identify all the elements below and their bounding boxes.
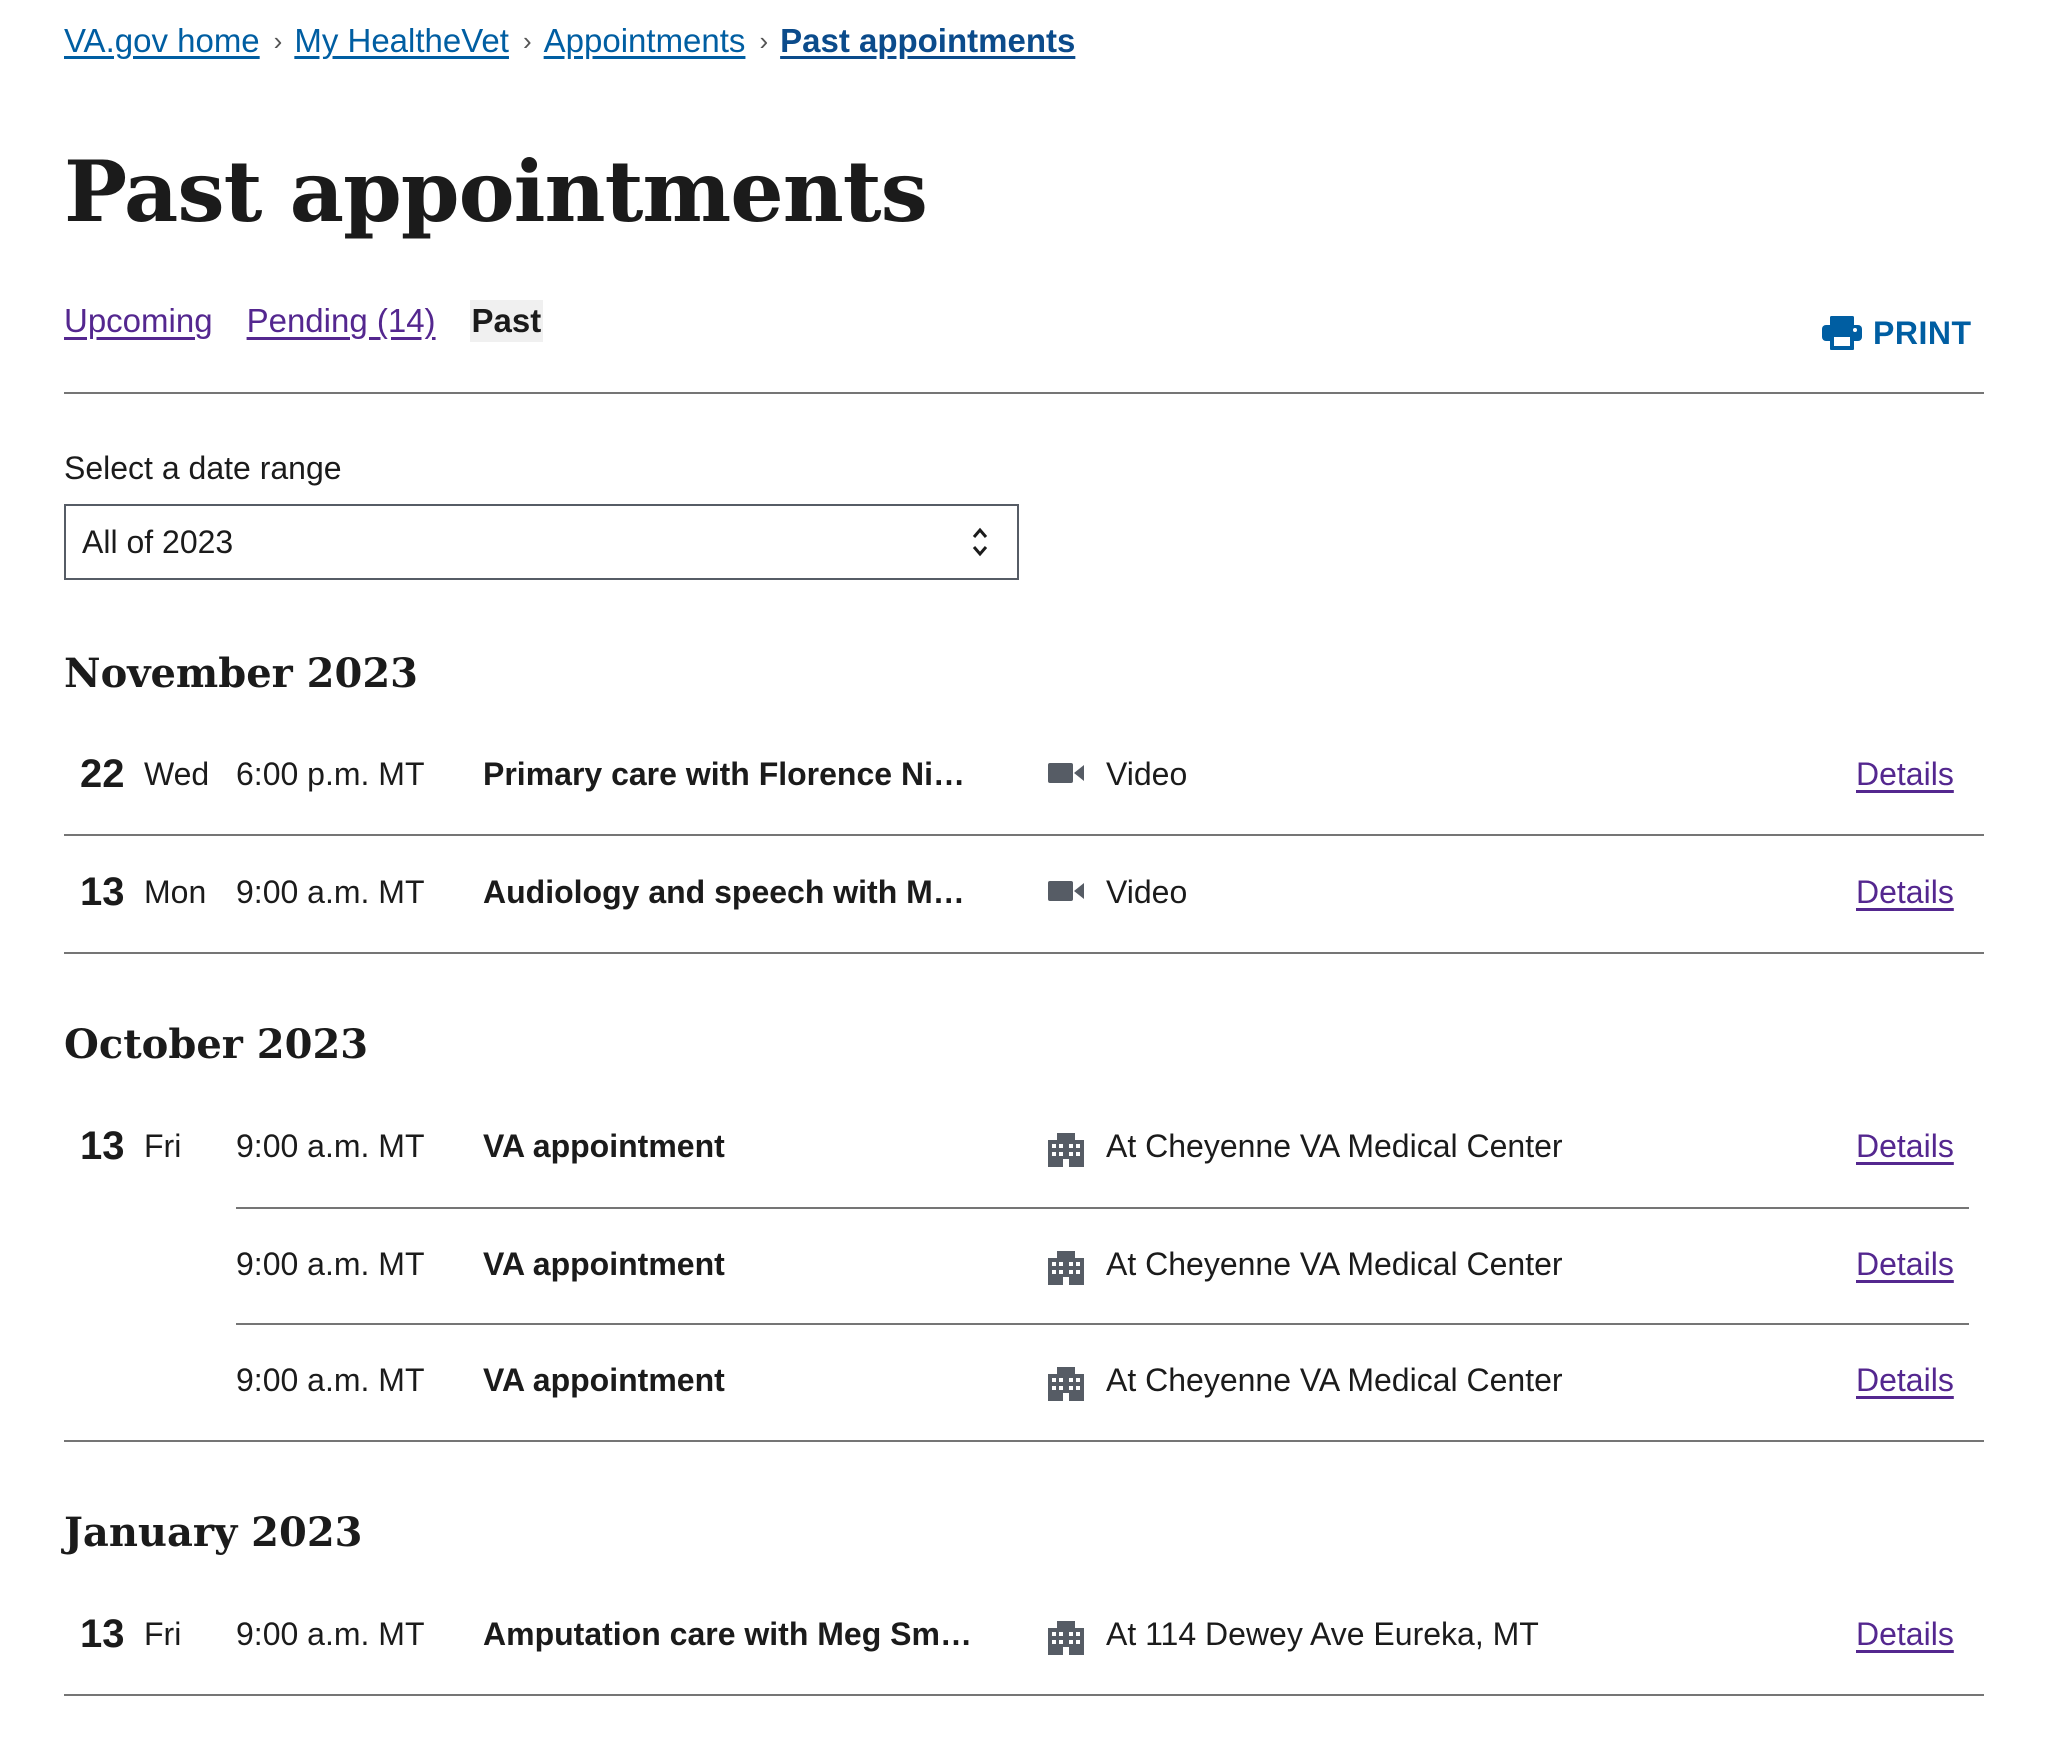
tab-pending[interactable]: Pending (14) [247,302,436,340]
appointment-tabs: Upcoming Pending (14) Past [64,300,544,342]
appointment-location: At Cheyenne VA Medical Center [1106,1362,1563,1398]
details-link[interactable]: Details [1856,1616,1954,1653]
select-arrows-icon [972,527,988,557]
breadcrumb-appointments[interactable]: Appointments [544,22,746,60]
tab-upcoming[interactable]: Upcoming [64,302,213,340]
building-icon [1048,1621,1084,1655]
appointment-weekday: Fri [144,1616,182,1652]
details-link[interactable]: Details [1856,756,1954,793]
print-button[interactable]: PRINT [1821,314,1972,352]
chevron-right-icon: › [522,25,532,56]
appointment-weekday: Mon [144,874,207,910]
appointment-time: 9:00 a.m. MT [236,1616,425,1652]
divider [64,1440,1984,1442]
appointment-day: 22 [80,752,125,796]
appointment-title: VA appointment [483,1362,725,1398]
building-icon [1048,1367,1084,1401]
video-camera-icon [1048,763,1084,783]
divider [64,834,1984,836]
date-range-value: All of 2023 [82,523,234,560]
appointment-title: Amputation care with Meg Smith [483,1616,973,1652]
breadcrumb-current[interactable]: Past appointments [780,22,1075,60]
page-title: Past appointments [64,142,928,241]
divider [64,392,1984,394]
building-icon [1048,1251,1084,1285]
appointment-time: 6:00 p.m. MT [236,756,425,792]
month-heading: January 2023 [64,1509,363,1556]
details-link[interactable]: Details [1856,1246,1954,1283]
video-camera-icon [1048,881,1084,901]
divider [236,1207,1969,1209]
date-range-label: Select a date range [64,450,342,486]
details-link[interactable]: Details [1856,1362,1954,1399]
chevron-right-icon: › [273,25,283,56]
month-heading: October 2023 [64,1021,369,1068]
month-heading: November 2023 [64,650,419,697]
appointment-time: 9:00 a.m. MT [236,1246,425,1282]
appointment-title: Audiology and speech with Meg... [483,874,973,910]
appointment-day: 13 [80,1124,125,1168]
divider [64,1694,1984,1696]
printer-icon [1822,316,1862,350]
appointment-location: At Cheyenne VA Medical Center [1106,1246,1563,1282]
divider [236,1323,1969,1325]
breadcrumb-va-home[interactable]: VA.gov home [64,22,260,60]
building-icon [1048,1133,1084,1167]
breadcrumb: VA.gov home › My HealtheVet › Appointmen… [64,22,1075,60]
appointment-time: 9:00 a.m. MT [236,874,425,910]
appointment-time: 9:00 a.m. MT [236,1128,425,1164]
appointment-weekday: Fri [144,1128,182,1164]
chevron-right-icon: › [759,25,769,56]
appointment-time: 9:00 a.m. MT [236,1362,425,1398]
appointment-location: Video [1106,874,1188,910]
appointment-day: 13 [80,1612,125,1656]
tab-past[interactable]: Past [469,300,544,342]
appointment-location: At Cheyenne VA Medical Center [1106,1128,1563,1164]
appointment-title: VA appointment [483,1246,725,1282]
appointment-location: Video [1106,756,1188,792]
breadcrumb-my-healthevet[interactable]: My HealtheVet [294,22,509,60]
details-link[interactable]: Details [1856,1128,1954,1165]
appointment-title: Primary care with Florence Nig... [483,756,973,792]
appointment-weekday: Wed [144,756,210,792]
appointment-title: VA appointment [483,1128,725,1164]
print-label: PRINT [1873,314,1972,351]
divider [64,952,1984,954]
appointment-location: At 114 Dewey Ave Eureka, MT [1106,1616,1539,1652]
date-range-select[interactable]: All of 2023 [64,504,1019,580]
appointment-day: 13 [80,870,125,914]
details-link[interactable]: Details [1856,874,1954,911]
